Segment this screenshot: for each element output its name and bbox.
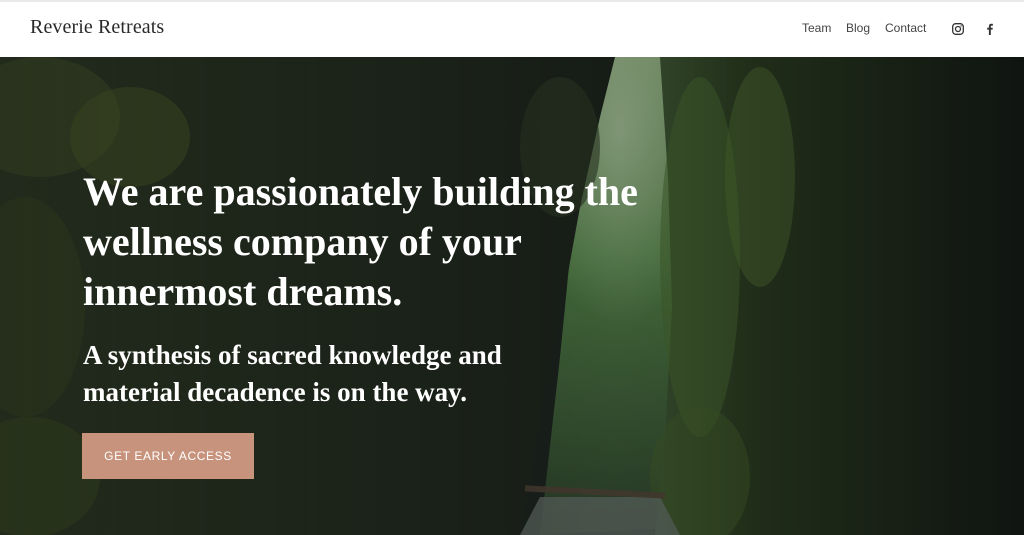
hero-headline: We are passionately building the wellnes…: [83, 169, 638, 314]
instagram-icon[interactable]: [952, 22, 966, 36]
hero-section: We are passionately building the wellnes…: [0, 57, 1024, 535]
nav-link-contact[interactable]: Contact: [885, 21, 926, 35]
get-early-access-button[interactable]: GET EARLY ACCESS: [82, 433, 254, 479]
page: Reverie Retreats Team Blog Contact We ar…: [0, 0, 1024, 535]
site-header: Reverie Retreats Team Blog Contact: [0, 0, 1024, 57]
facebook-icon[interactable]: [984, 22, 998, 36]
nav-link-team[interactable]: Team: [802, 21, 831, 35]
hero-subheadline: A synthesis of sacred knowledge and mate…: [83, 340, 502, 407]
brand-logo[interactable]: Reverie Retreats: [30, 16, 164, 39]
nav-link-blog[interactable]: Blog: [846, 21, 870, 35]
